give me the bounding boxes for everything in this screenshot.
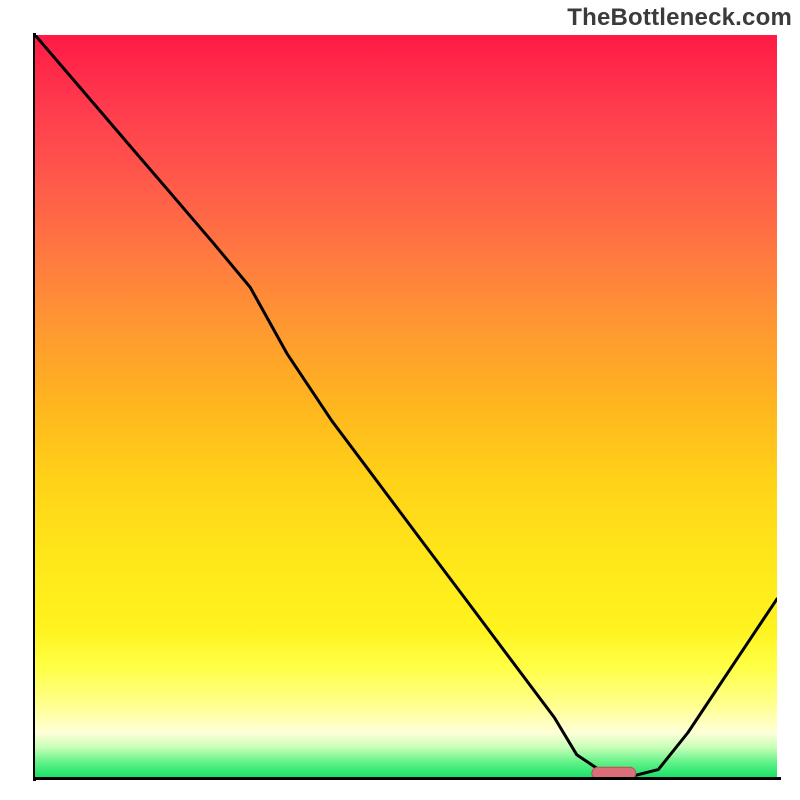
plot-area — [35, 35, 777, 777]
x-axis-line — [33, 777, 781, 780]
attribution-text: TheBottleneck.com — [567, 4, 792, 32]
chart-overlay — [35, 35, 777, 777]
bottleneck-curve — [35, 35, 777, 777]
highlight-marker — [592, 767, 636, 777]
chart-root: TheBottleneck.com — [0, 0, 800, 800]
